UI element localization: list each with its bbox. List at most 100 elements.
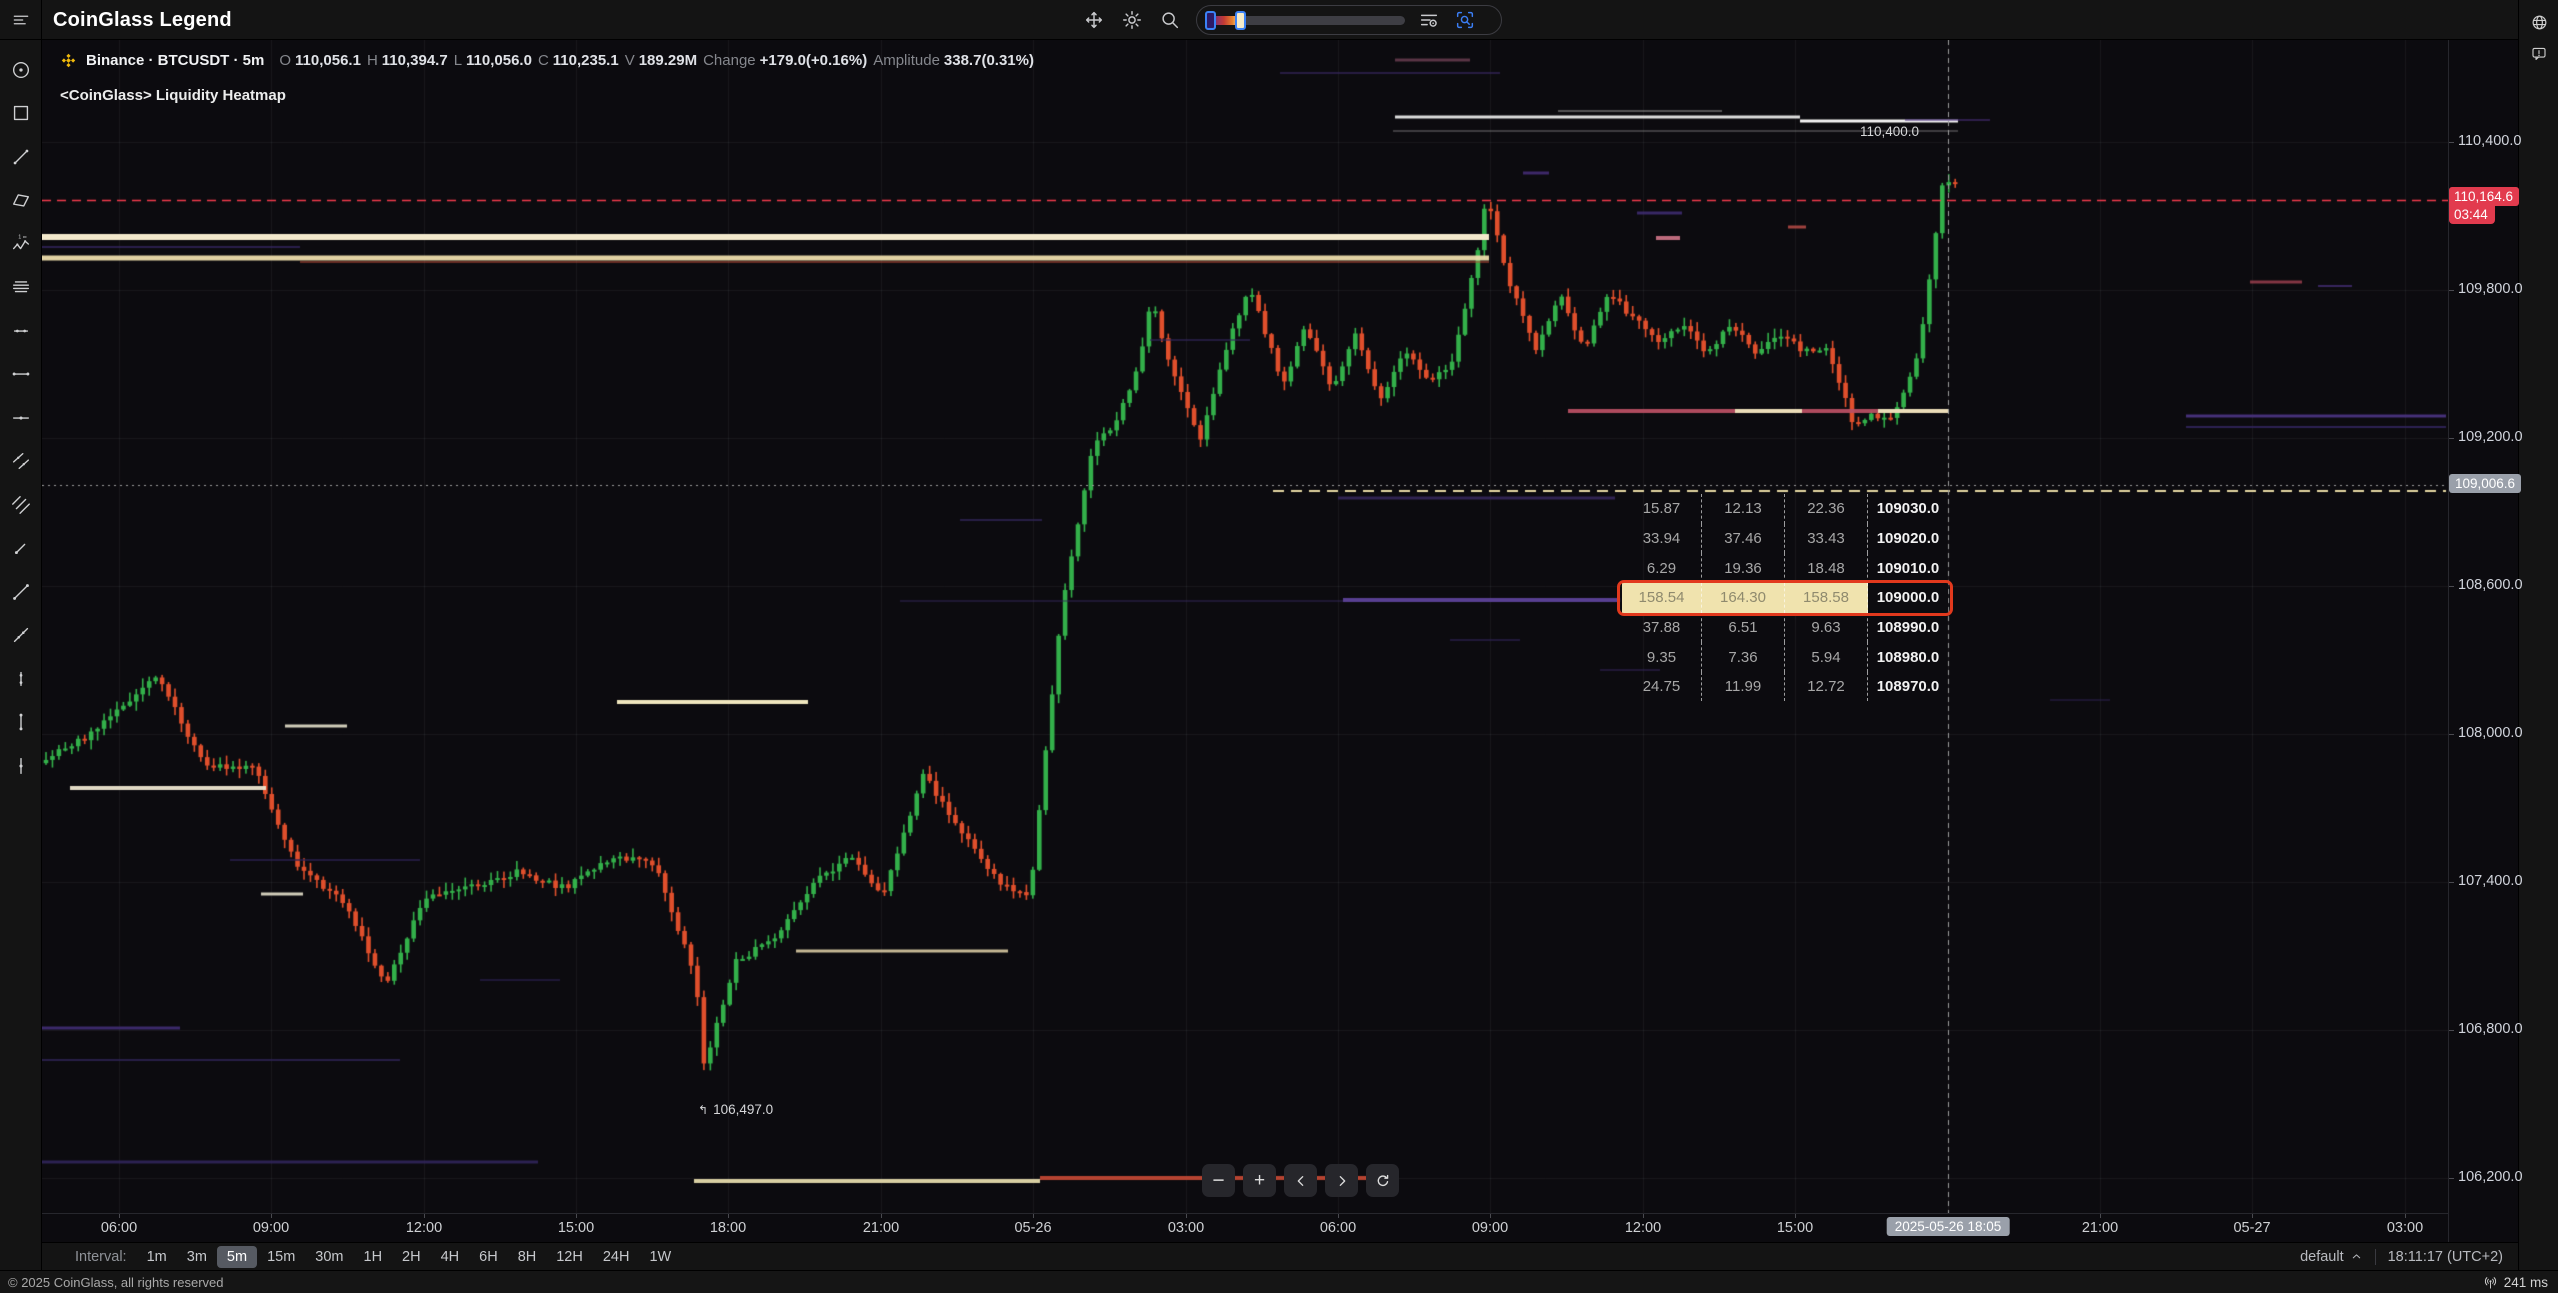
copyright-text: © 2025 CoinGlass, all rights reserved bbox=[8, 1275, 224, 1290]
chevron-up-icon bbox=[2350, 1250, 2363, 1263]
tool-vertical-ray-icon[interactable] bbox=[0, 657, 42, 701]
chart-canvas[interactable] bbox=[42, 40, 2448, 1213]
scroll-right-button[interactable] bbox=[1325, 1164, 1358, 1197]
signal-tower-icon bbox=[2483, 1275, 2498, 1290]
liquidity-value-cell: 22.36 bbox=[1785, 494, 1868, 524]
liquidity-price-cell: 108980.0 bbox=[1868, 642, 1948, 672]
price-axis[interactable]: 110,164.6 03:44 109,006.6 110,400.0109,8… bbox=[2448, 40, 2518, 1242]
slider-handle-min[interactable] bbox=[1205, 11, 1216, 30]
menu-button[interactable] bbox=[0, 0, 42, 40]
interval-option-4H[interactable]: 4H bbox=[431, 1246, 470, 1268]
tool-vertical-line-icon[interactable] bbox=[0, 744, 42, 788]
interval-option-1H[interactable]: 1H bbox=[354, 1246, 393, 1268]
symbol-info-bar: Binance · BTCUSDT · 5m O110,056.1H110,39… bbox=[60, 52, 1034, 69]
tool-diagonal-segment-icon[interactable] bbox=[0, 570, 42, 614]
interval-option-24H[interactable]: 24H bbox=[593, 1246, 640, 1268]
price-tick-label: 106,200.0 bbox=[2458, 1169, 2523, 1185]
tool-horizontal-ray-icon[interactable] bbox=[0, 309, 42, 353]
hamburger-icon bbox=[11, 10, 31, 30]
interval-option-8H[interactable]: 8H bbox=[508, 1246, 547, 1268]
tool-horizontal-line-icon[interactable] bbox=[0, 396, 42, 440]
layout-selector[interactable]: default bbox=[2300, 1249, 2363, 1265]
liquidity-value-cell: 164.30 bbox=[1702, 583, 1785, 613]
liquidity-value-cell: 18.48 bbox=[1785, 553, 1868, 583]
time-tick-label: 06:00 bbox=[1320, 1220, 1356, 1236]
time-tick-label: 05-27 bbox=[2233, 1220, 2270, 1236]
price-tick-label: 107,400.0 bbox=[2458, 873, 2523, 889]
last-price-value: 110,164.6 bbox=[2449, 187, 2519, 206]
time-tick-mark bbox=[1795, 1214, 1796, 1218]
tool-diagonal-ray-icon[interactable] bbox=[0, 527, 42, 571]
tool-pattern-icon[interactable]: 1 ∞ bbox=[0, 222, 42, 266]
interval-option-1W[interactable]: 1W bbox=[639, 1246, 681, 1268]
slider-track[interactable] bbox=[1207, 16, 1405, 25]
stat-c: C110,235.1 bbox=[532, 52, 619, 69]
liquidity-price-cell: 108970.0 bbox=[1868, 672, 1948, 702]
interval-option-1m[interactable]: 1m bbox=[137, 1246, 177, 1268]
interval-option-5m[interactable]: 5m bbox=[217, 1246, 257, 1268]
price-tick-mark bbox=[2449, 1030, 2454, 1031]
price-tick-mark bbox=[2449, 438, 2454, 439]
time-tick-label: 18:00 bbox=[710, 1220, 746, 1236]
interval-option-12H[interactable]: 12H bbox=[546, 1246, 593, 1268]
interval-option-15m[interactable]: 15m bbox=[257, 1246, 305, 1268]
tool-vertical-segment-icon[interactable] bbox=[0, 701, 42, 745]
slider-handle-max[interactable] bbox=[1235, 11, 1246, 30]
tool-quadrilateral-icon[interactable] bbox=[0, 179, 42, 223]
price-tick-label: 110,400.0 bbox=[2458, 133, 2521, 149]
tool-trend-line-icon[interactable] bbox=[0, 135, 42, 179]
tool-parallel-lines-icon[interactable] bbox=[0, 266, 42, 310]
heatmap-intensity-slider bbox=[1196, 5, 1502, 35]
pan-icon[interactable] bbox=[1082, 8, 1106, 32]
symbol-stats: O110,056.1H110,394.7L110,056.0C110,235.1… bbox=[273, 52, 1034, 69]
tool-target-icon[interactable] bbox=[0, 48, 42, 92]
feedback-icon[interactable] bbox=[2519, 38, 2558, 70]
liquidity-table-row: 33.9437.4633.43109020.0 bbox=[1622, 524, 1948, 554]
liquidity-value-cell: 9.35 bbox=[1622, 642, 1702, 672]
reset-button[interactable] bbox=[1366, 1164, 1399, 1197]
time-tick-mark bbox=[424, 1214, 425, 1218]
liquidity-table-row: 6.2919.3618.48109010.0 bbox=[1622, 553, 1948, 583]
stat-v: V189.29M bbox=[619, 52, 697, 69]
last-price-badge: 110,164.6 03:44 bbox=[2449, 187, 2519, 224]
price-tick-mark bbox=[2449, 290, 2454, 291]
price-tick-mark bbox=[2449, 882, 2454, 883]
time-tick-mark bbox=[1033, 1214, 1034, 1218]
interval-option-3m[interactable]: 3m bbox=[177, 1246, 217, 1268]
tool-parallel-channel-2-icon[interactable] bbox=[0, 440, 42, 484]
interval-option-30m[interactable]: 30m bbox=[305, 1246, 353, 1268]
filter-settings-icon[interactable] bbox=[1417, 8, 1441, 32]
tool-diagonal-dots-icon[interactable] bbox=[0, 614, 42, 658]
zoom-out-button[interactable]: − bbox=[1202, 1164, 1235, 1197]
tool-rectangle-icon[interactable] bbox=[0, 92, 42, 136]
scroll-left-button[interactable] bbox=[1284, 1164, 1317, 1197]
search-icon[interactable] bbox=[1158, 8, 1182, 32]
liquidity-table-row: 158.54164.30158.58109000.0 bbox=[1622, 583, 1948, 613]
liquidity-value-cell: 7.36 bbox=[1702, 642, 1785, 672]
interval-option-6H[interactable]: 6H bbox=[469, 1246, 508, 1268]
tool-horizontal-segment-icon[interactable] bbox=[0, 353, 42, 397]
divider bbox=[2375, 1249, 2376, 1265]
time-tick-mark bbox=[2100, 1214, 2101, 1218]
symbol-pair-label[interactable]: Binance · BTCUSDT · 5m bbox=[86, 52, 264, 69]
time-tick-label: 06:00 bbox=[101, 1220, 137, 1236]
zoom-in-button[interactable]: + bbox=[1243, 1164, 1276, 1197]
interval-bar: Interval: 1m3m5m15m30m1H2H4H6H8H12H24H1W… bbox=[42, 1242, 2518, 1270]
session-low-label: ↰106,497.0 bbox=[698, 1102, 773, 1117]
interval-option-2H[interactable]: 2H bbox=[392, 1246, 431, 1268]
right-strip bbox=[2518, 0, 2558, 1270]
liquidity-price-cell: 109010.0 bbox=[1868, 553, 1948, 583]
tool-parallel-channel-3-icon[interactable] bbox=[0, 483, 42, 527]
latency-indicator: 241 ms bbox=[2483, 1275, 2548, 1290]
drawing-tools-list: 1 ∞ bbox=[0, 40, 41, 788]
liquidity-value-cell: 6.29 bbox=[1622, 553, 1702, 583]
liquidity-price-cell: 108990.0 bbox=[1868, 613, 1948, 643]
globe-icon[interactable] bbox=[2519, 6, 2558, 38]
interval-bar-right: default 18:11:17 (UTC+2) bbox=[2300, 1249, 2503, 1265]
scan-icon[interactable] bbox=[1453, 8, 1477, 32]
liquidity-table-row: 15.8712.1322.36109030.0 bbox=[1622, 494, 1948, 524]
gear-icon[interactable] bbox=[1120, 8, 1144, 32]
liquidity-table-row: 37.886.519.63108990.0 bbox=[1622, 613, 1948, 643]
price-tick-label: 109,800.0 bbox=[2458, 281, 2523, 297]
time-axis[interactable]: 2025-05-26 18:05 06:0009:0012:0015:0018:… bbox=[42, 1213, 2448, 1242]
